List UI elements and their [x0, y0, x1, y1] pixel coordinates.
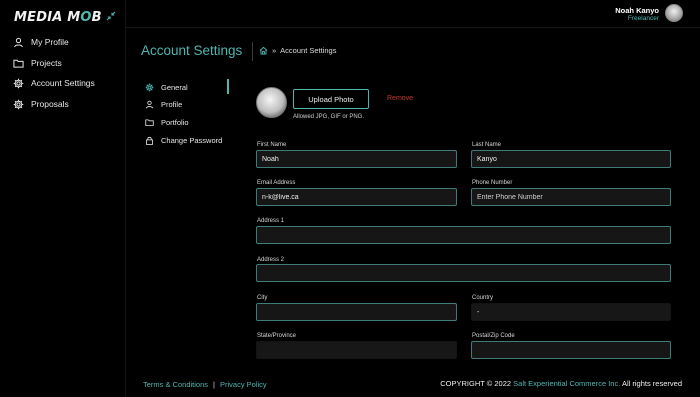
- sidebar-item-my-profile[interactable]: My Profile: [13, 34, 69, 50]
- email-field[interactable]: [256, 188, 457, 206]
- phone-field[interactable]: [471, 188, 671, 206]
- allowed-formats-text: Allowed JPG, GIF or PNG.: [293, 114, 365, 120]
- lock-icon: [146, 136, 153, 145]
- tab-portfolio[interactable]: Portfolio: [145, 115, 189, 129]
- tab-label: Portfolio: [161, 117, 189, 127]
- sidebar-item-account-settings[interactable]: Account Settings: [13, 75, 95, 91]
- collapse-icon[interactable]: [106, 11, 116, 21]
- email-label: Email Address: [257, 180, 296, 186]
- user-icon: [145, 100, 154, 108]
- address2-label: Address 2: [257, 257, 285, 263]
- city-field[interactable]: [256, 303, 457, 321]
- sidebar-item-proposals[interactable]: Proposals: [13, 96, 69, 112]
- tab-change-password[interactable]: Change Password: [145, 133, 222, 147]
- title-divider: [252, 42, 253, 61]
- company-link[interactable]: Salt Experiential Commerce Inc.: [513, 379, 620, 388]
- state-label: State/Province: [257, 333, 297, 339]
- postal-code-field[interactable]: [471, 341, 671, 359]
- brand-logo[interactable]: MEDIA MOB: [14, 10, 102, 25]
- gear-icon: [145, 83, 154, 91]
- avatar[interactable]: [665, 4, 683, 22]
- phone-label: Phone Number: [472, 180, 513, 186]
- tab-label: Profile: [161, 99, 183, 109]
- user-name[interactable]: Noah Kanyo: [615, 6, 659, 15]
- upload-photo-button[interactable]: Upload Photo: [293, 89, 369, 109]
- active-tab-indicator: [227, 79, 229, 94]
- user-icon: [14, 37, 23, 47]
- page-title: Account Settings: [141, 43, 243, 58]
- first-name-field[interactable]: [256, 150, 457, 168]
- address2-field[interactable]: [256, 264, 671, 282]
- last-name-label: Last Name: [472, 142, 502, 148]
- sidebar: MEDIA MOB My Profile Projects Account Se…: [0, 0, 126, 397]
- address1-field[interactable]: [256, 226, 671, 244]
- sidebar-item-label: My Profile: [31, 37, 69, 47]
- folder-icon: [13, 59, 24, 68]
- user-role: Freelancer: [627, 15, 659, 22]
- address1-label: Address 1: [257, 218, 285, 224]
- tab-label: Change Password: [161, 135, 223, 145]
- tab-profile[interactable]: Profile: [145, 97, 182, 111]
- terms-link[interactable]: Terms & Conditions: [143, 380, 208, 389]
- breadcrumb-separator: »: [272, 46, 277, 55]
- remove-photo-link[interactable]: Remove: [387, 95, 413, 102]
- top-bar: Noah Kanyo Freelancer: [126, 0, 700, 28]
- privacy-link[interactable]: Privacy Policy: [220, 380, 267, 389]
- tab-general[interactable]: General: [145, 80, 188, 94]
- country-label: Country: [472, 295, 494, 301]
- gear-icon: [13, 99, 24, 109]
- gear-icon: [13, 78, 24, 88]
- last-name-field[interactable]: [471, 150, 671, 168]
- sidebar-item-label: Projects: [31, 58, 62, 68]
- sidebar-item-label: Account Settings: [31, 78, 95, 88]
- city-label: City: [257, 295, 268, 301]
- country-select[interactable]: [471, 303, 671, 321]
- folder-icon: [145, 118, 154, 126]
- postal-label: Postal/Zip Code: [472, 333, 515, 339]
- breadcrumb-current: Account Settings: [280, 46, 337, 55]
- sidebar-item-projects[interactable]: Projects: [13, 55, 62, 71]
- footer-links: Terms & Conditions | Privacy Policy: [143, 380, 267, 389]
- first-name-label: First Name: [257, 142, 287, 148]
- copyright-text: COPYRIGHT © 2022 Salt Experiential Comme…: [440, 379, 682, 388]
- state-select[interactable]: [256, 341, 457, 359]
- home-icon[interactable]: [259, 46, 268, 55]
- sidebar-item-label: Proposals: [31, 99, 69, 109]
- footer-separator: |: [213, 380, 215, 389]
- tab-label: General: [161, 82, 188, 92]
- profile-photo: [256, 87, 287, 118]
- breadcrumb: » Account Settings: [259, 46, 336, 55]
